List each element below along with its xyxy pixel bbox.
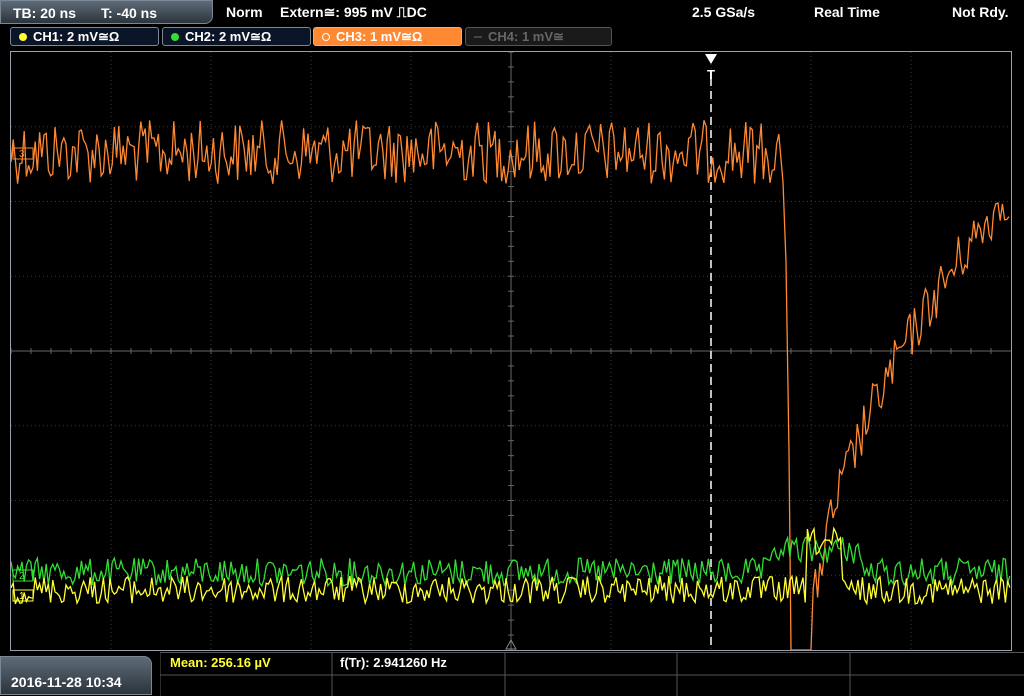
measurement-grid — [160, 652, 1024, 696]
ch1-trace — [11, 526, 1011, 606]
datetime-label: 2016-11-28 10:34 — [11, 674, 122, 690]
tab-ch4[interactable]: CH4: 1 mV≅ — [465, 27, 612, 46]
ch1-dot-icon — [19, 33, 27, 41]
tab-ch2-label: CH2: 2 mV≅Ω — [185, 29, 272, 44]
ch3-dot-icon — [322, 33, 330, 41]
ch4-dash-icon — [474, 36, 482, 38]
status-label: Not Rdy. — [952, 4, 1009, 20]
trigger-label: T — [707, 67, 715, 82]
sample-rate-label: 2.5 GSa/s — [692, 4, 756, 20]
tab-ch4-label: CH4: 1 mV≅ — [488, 29, 564, 44]
tab-ch1-label: CH1: 2 mV≅Ω — [33, 29, 120, 44]
realtime-label: Real Time — [814, 4, 880, 20]
meas-frequency[interactable]: f(Tr): 2.941260 Hz — [340, 652, 447, 674]
trigger-marker-icon[interactable] — [705, 54, 717, 64]
ch1-ref-label: 1 — [19, 591, 25, 602]
tab-ch3[interactable]: CH3: 1 mV≅Ω — [313, 27, 462, 46]
channel-bar: CH1: 2 mV≅Ω CH2: 2 mV≅Ω CH3: 1 mV≅Ω CH4:… — [0, 25, 1024, 49]
waveform-canvas: T 3 2 1 — [11, 52, 1011, 650]
timebase-label: TB: 20 ns — [13, 5, 77, 21]
trigger-info-label[interactable]: Extern≅: 995 mV ⎍DC — [280, 4, 427, 21]
trigger-time-label: T: -40 ns — [101, 5, 158, 21]
ch3-ref-marker[interactable]: 3 — [12, 147, 34, 160]
tab-ch1[interactable]: CH1: 2 mV≅Ω — [10, 27, 159, 46]
timebase-box[interactable]: TB: 20 ns T: -40 ns — [0, 0, 213, 24]
ch2-dot-icon — [171, 33, 179, 41]
acq-mode-label[interactable]: Norm — [226, 4, 263, 20]
ch1-ref-marker[interactable]: 1 — [12, 589, 34, 602]
ch2-trace — [11, 535, 1011, 588]
status-bar: TB: 20 ns T: -40 ns Norm Extern≅: 995 mV… — [0, 0, 1024, 25]
ch3-ref-label: 3 — [19, 149, 25, 160]
scope-display[interactable]: T 3 2 1 — [10, 51, 1012, 651]
datetime-box: 2016-11-28 10:34 — [0, 656, 152, 695]
tab-ch2[interactable]: CH2: 2 mV≅Ω — [162, 27, 311, 46]
meas-mean[interactable]: Mean: 256.16 µV — [170, 652, 271, 674]
tab-ch3-label: CH3: 1 mV≅Ω — [336, 29, 423, 44]
ch2-ref-label: 2 — [19, 571, 25, 582]
ch3-trace — [11, 120, 1010, 650]
